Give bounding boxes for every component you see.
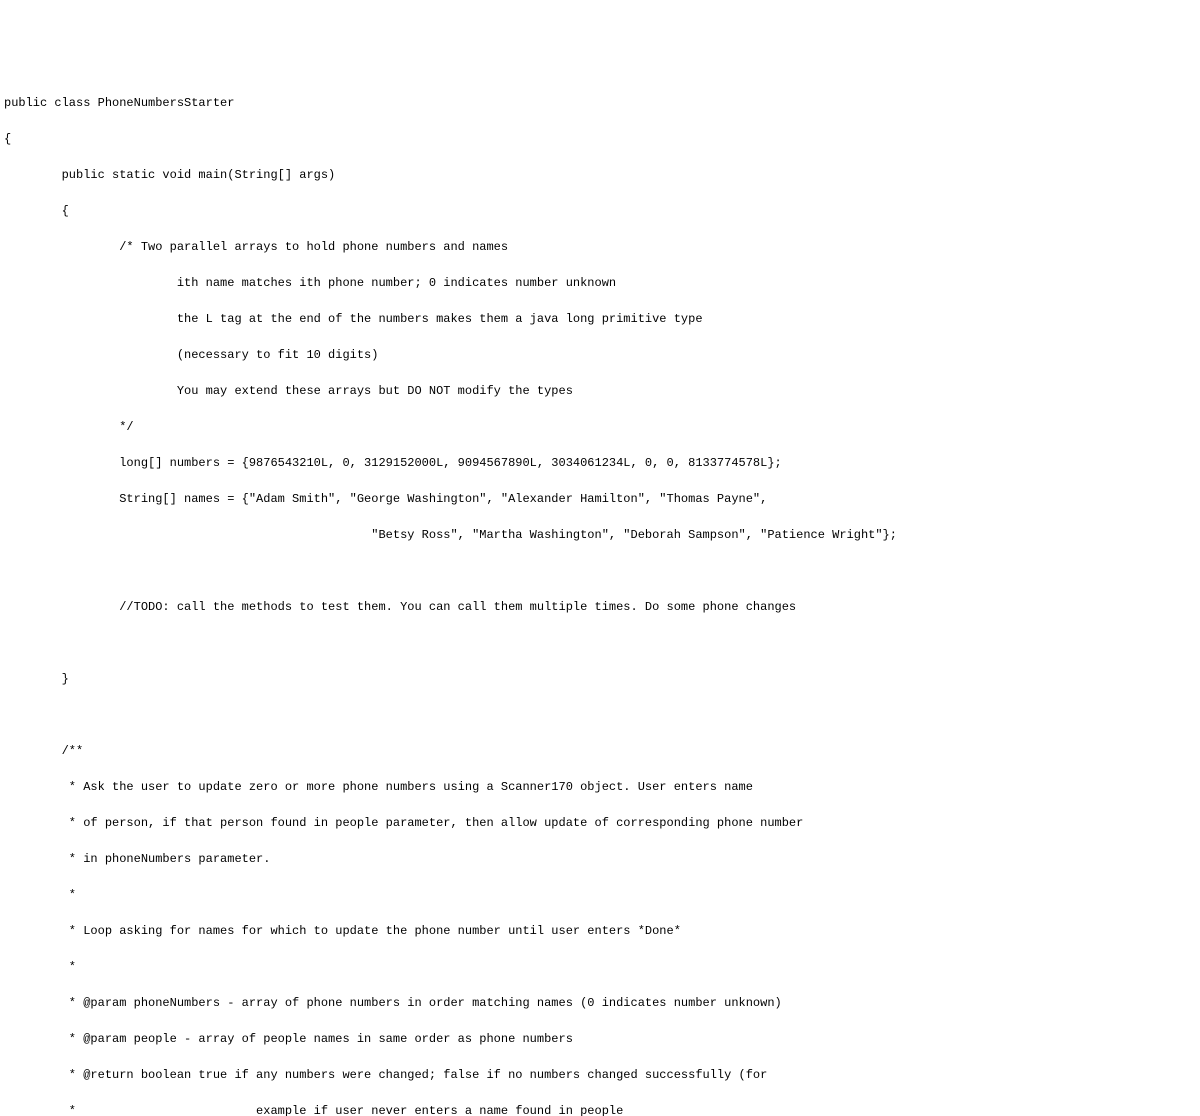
code-line: * in phoneNumbers parameter. [4, 850, 1196, 868]
code-line: long[] numbers = {9876543210L, 0, 312915… [4, 454, 1196, 472]
code-line: //TODO: call the methods to test them. Y… [4, 598, 1196, 616]
code-line: * @param phoneNumbers - array of phone n… [4, 994, 1196, 1012]
code-line: { [4, 202, 1196, 220]
code-line [4, 562, 1196, 580]
code-line: "Betsy Ross", "Martha Washington", "Debo… [4, 526, 1196, 544]
code-line [4, 706, 1196, 724]
code-line: * Ask the user to update zero or more ph… [4, 778, 1196, 796]
code-line [4, 634, 1196, 652]
code-line: String[] names = {"Adam Smith", "George … [4, 490, 1196, 508]
code-line: } [4, 670, 1196, 688]
code-block: public class PhoneNumbersStarter { publi… [4, 76, 1196, 1116]
code-line: You may extend these arrays but DO NOT m… [4, 382, 1196, 400]
code-line: /* Two parallel arrays to hold phone num… [4, 238, 1196, 256]
code-line: * [4, 886, 1196, 904]
code-line: public static void main(String[] args) [4, 166, 1196, 184]
code-line: the L tag at the end of the numbers make… [4, 310, 1196, 328]
code-line: ith name matches ith phone number; 0 ind… [4, 274, 1196, 292]
code-line: */ [4, 418, 1196, 436]
code-line: * example if user never enters a name fo… [4, 1102, 1196, 1116]
code-line: { [4, 130, 1196, 148]
code-line: * Loop asking for names for which to upd… [4, 922, 1196, 940]
code-line: * of person, if that person found in peo… [4, 814, 1196, 832]
code-line: * [4, 958, 1196, 976]
code-line: public class PhoneNumbersStarter [4, 94, 1196, 112]
code-line: (necessary to fit 10 digits) [4, 346, 1196, 364]
code-line: * @return boolean true if any numbers we… [4, 1066, 1196, 1084]
code-line: * @param people - array of people names … [4, 1030, 1196, 1048]
code-line: /** [4, 742, 1196, 760]
